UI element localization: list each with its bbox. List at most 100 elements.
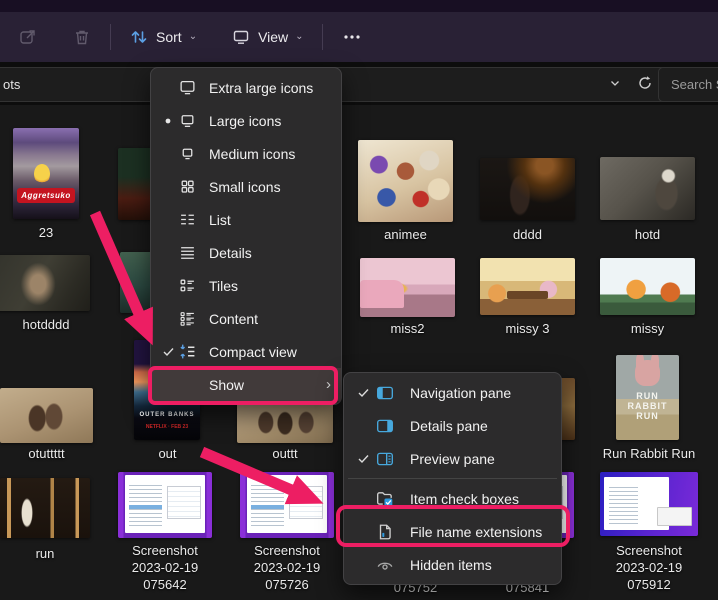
refresh-icon[interactable] bbox=[637, 75, 653, 94]
medium-icons-icon bbox=[179, 145, 205, 162]
selected-bullet-icon bbox=[157, 117, 179, 125]
toolbar-separator bbox=[110, 24, 111, 50]
annotation-box-show bbox=[148, 366, 338, 405]
menu-item-label: Medium icons bbox=[205, 146, 295, 162]
address-row: ots bbox=[0, 62, 718, 105]
menu-item-extra-large-icons[interactable]: Extra large icons bbox=[151, 71, 341, 104]
sort-icon bbox=[129, 27, 149, 47]
list-icon bbox=[179, 211, 205, 228]
file-thumbnail bbox=[480, 258, 575, 315]
menu-item-content[interactable]: Content bbox=[151, 302, 341, 335]
submenu-item-navigation-pane[interactable]: Navigation pane bbox=[344, 376, 561, 409]
check-icon bbox=[350, 452, 376, 465]
poster-subtitle-text: NETFLIX · FEB 23 bbox=[134, 424, 200, 430]
toolbar-separator bbox=[322, 24, 323, 50]
file-label: dddd bbox=[480, 226, 575, 243]
menu-item-label: List bbox=[205, 212, 231, 228]
content-icon bbox=[179, 310, 205, 327]
file-label: animee bbox=[358, 226, 453, 243]
file-label: Screenshot 2023-02-19 075726 bbox=[240, 542, 334, 593]
file-explorer-window: Sort ⌄ View ⌄ ots bbox=[0, 0, 718, 600]
address-chevron-down-icon[interactable] bbox=[609, 77, 621, 92]
file-label: run bbox=[0, 545, 90, 562]
chevron-down-icon: ⌄ bbox=[295, 32, 303, 42]
details-icon bbox=[179, 244, 205, 261]
window-title-strip bbox=[0, 0, 718, 12]
tiles-icon bbox=[179, 277, 205, 294]
annotation-box-file-name-extensions bbox=[336, 505, 570, 547]
file-thumbnail bbox=[480, 158, 575, 220]
search-input[interactable] bbox=[669, 76, 718, 93]
file-label: hotdddd bbox=[0, 316, 92, 333]
file-thumbnail bbox=[237, 402, 333, 443]
check-icon bbox=[157, 345, 179, 358]
file-thumbnail bbox=[600, 157, 695, 220]
file-label: otuttttt bbox=[0, 445, 93, 462]
more-icon bbox=[341, 27, 363, 47]
file-label: missy 3 bbox=[480, 320, 575, 337]
poster-title-text: RUN RABBIT RUN bbox=[616, 391, 679, 421]
file-thumbnail: Aggretsuko bbox=[13, 128, 79, 219]
file-thumbnail bbox=[240, 472, 334, 538]
menu-item-medium-icons[interactable]: Medium icons bbox=[151, 137, 341, 170]
details-pane-icon bbox=[376, 417, 406, 435]
submenu-item-label: Navigation pane bbox=[406, 385, 511, 401]
file-label: miss2 bbox=[360, 320, 455, 337]
check-icon bbox=[350, 386, 376, 399]
view-menu: Extra large icons Large icons Medium ico… bbox=[150, 67, 342, 405]
submenu-item-label: Details pane bbox=[406, 418, 488, 434]
view-button[interactable]: View ⌄ bbox=[221, 21, 313, 53]
poster-title-text: Aggretsuko bbox=[17, 188, 75, 203]
large-icons-icon bbox=[179, 112, 205, 129]
extra-large-icons-icon bbox=[179, 79, 205, 96]
file-thumbnail: RUN RABBIT RUN bbox=[616, 355, 679, 440]
file-thumbnail bbox=[0, 478, 90, 538]
menu-item-tiles[interactable]: Tiles bbox=[151, 269, 341, 302]
menu-item-label: Large icons bbox=[205, 113, 281, 129]
submenu-item-details-pane[interactable]: Details pane bbox=[344, 409, 561, 442]
menu-item-details[interactable]: Details bbox=[151, 236, 341, 269]
hidden-items-icon bbox=[376, 556, 406, 574]
file-label: Screenshot 2023-02-19 075642 bbox=[118, 542, 212, 593]
menu-item-list[interactable]: List bbox=[151, 203, 341, 236]
show-submenu: Navigation pane Details pane Preview pan… bbox=[343, 372, 562, 585]
menu-item-label: Compact view bbox=[205, 344, 297, 360]
more-options-button[interactable] bbox=[331, 21, 373, 53]
menu-item-compact-view[interactable]: Compact view bbox=[151, 335, 341, 368]
menu-item-large-icons[interactable]: Large icons bbox=[151, 104, 341, 137]
menu-item-label: Details bbox=[205, 245, 252, 261]
menu-item-label: Content bbox=[205, 311, 258, 327]
menu-item-label: Extra large icons bbox=[205, 80, 313, 96]
view-label: View bbox=[258, 29, 288, 45]
compact-view-icon bbox=[179, 343, 205, 360]
submenu-item-preview-pane[interactable]: Preview pane bbox=[344, 442, 561, 475]
file-label: Screenshot 2023-02-19 075912 bbox=[598, 542, 700, 593]
file-thumbnail bbox=[358, 140, 453, 222]
delete-button[interactable] bbox=[62, 21, 102, 53]
file-thumbnail bbox=[600, 258, 695, 315]
small-icons-icon bbox=[179, 178, 205, 195]
file-thumbnail bbox=[0, 255, 90, 311]
poster-title-text: OUTER BANKS bbox=[134, 412, 200, 418]
chevron-down-icon: ⌄ bbox=[189, 32, 197, 42]
file-label: hotd bbox=[600, 226, 695, 243]
file-thumbnail bbox=[360, 258, 455, 317]
file-thumbnail bbox=[600, 472, 698, 536]
submenu-item-label: Preview pane bbox=[406, 451, 495, 467]
submenu-item-hidden-items[interactable]: Hidden items bbox=[344, 548, 561, 581]
file-label: outtt bbox=[237, 445, 333, 462]
submenu-divider bbox=[348, 478, 557, 479]
sort-button[interactable]: Sort ⌄ bbox=[119, 21, 207, 53]
submenu-item-label: Hidden items bbox=[406, 557, 492, 573]
menu-item-label: Small icons bbox=[205, 179, 281, 195]
menu-item-small-icons[interactable]: Small icons bbox=[151, 170, 341, 203]
command-toolbar: Sort ⌄ View ⌄ bbox=[0, 12, 718, 62]
trash-icon bbox=[72, 27, 92, 47]
view-icon bbox=[231, 27, 251, 47]
share-button[interactable] bbox=[8, 21, 48, 53]
share-icon bbox=[18, 27, 38, 47]
file-thumbnail bbox=[0, 388, 93, 443]
file-label: 23 bbox=[0, 224, 92, 241]
search-box[interactable] bbox=[658, 67, 718, 102]
navigation-pane-icon bbox=[376, 384, 406, 402]
